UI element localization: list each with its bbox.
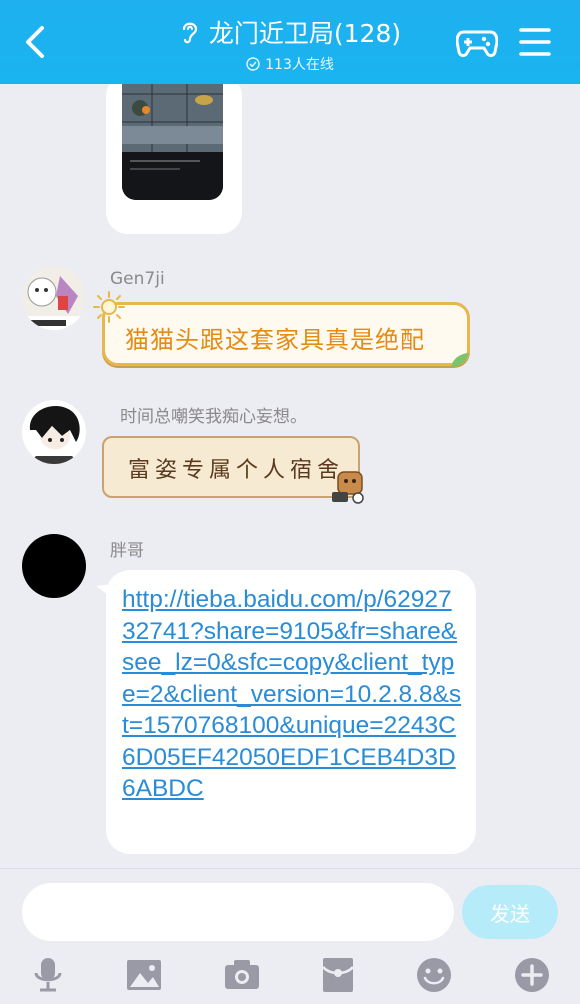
message-list[interactable]: Gen7ji 猫猫头跟这套家具真是绝配 时间总嘲笑我痴心妄想。 富姿专属个人宿舍 (0, 84, 580, 868)
ear-icon (182, 22, 197, 44)
message-link[interactable]: http://tieba.baidu.com/p/6292732741?shar… (122, 584, 464, 805)
sun-decoration-icon (93, 291, 125, 323)
sender-name: 时间总嘲笑我痴心妄想。 (120, 407, 307, 427)
gamepad-icon[interactable] (456, 24, 498, 60)
chat-header: 龙门近卫局(128) 113人在线 (0, 0, 580, 84)
check-circle-icon (246, 57, 260, 71)
plus-icon[interactable] (512, 955, 552, 995)
message-input[interactable] (22, 883, 454, 941)
game-screenshot-image[interactable] (122, 84, 223, 200)
menu-icon[interactable] (518, 26, 552, 58)
message-bubble[interactable]: 富姿专属个人宿舍 (102, 436, 364, 504)
message-bubble[interactable]: 猫猫头跟这套家具真是绝配 (93, 291, 470, 367)
image-message[interactable] (106, 84, 242, 234)
avatar[interactable] (22, 400, 86, 464)
sender-name: 胖哥 (110, 541, 144, 561)
group-title: 龙门近卫局(128) (208, 19, 402, 48)
online-count: 113人在线 (265, 57, 334, 73)
message-text: 富姿专属个人宿舍 (128, 458, 345, 483)
message-bubble[interactable]: http://tieba.baidu.com/p/6292732741?shar… (106, 570, 476, 854)
chat-title-block[interactable]: 龙门近卫局(128) 113人在线 (120, 14, 460, 74)
camera-icon[interactable] (222, 955, 262, 995)
message-text: 猫猫头跟这套家具真是绝配 (125, 326, 425, 354)
red-packet-icon[interactable] (318, 955, 358, 995)
emoji-icon[interactable] (414, 955, 454, 995)
input-bar: 发送 (0, 868, 580, 1004)
leaf-decoration-icon (451, 353, 469, 367)
send-button[interactable]: 发送 (462, 885, 558, 939)
sender-name: Gen7ji (110, 269, 165, 289)
bread-character-icon (332, 471, 364, 504)
microphone-icon[interactable] (28, 955, 68, 995)
avatar[interactable] (22, 534, 86, 598)
avatar[interactable] (22, 266, 86, 330)
image-icon[interactable] (124, 955, 164, 995)
back-arrow-icon[interactable] (18, 22, 54, 62)
